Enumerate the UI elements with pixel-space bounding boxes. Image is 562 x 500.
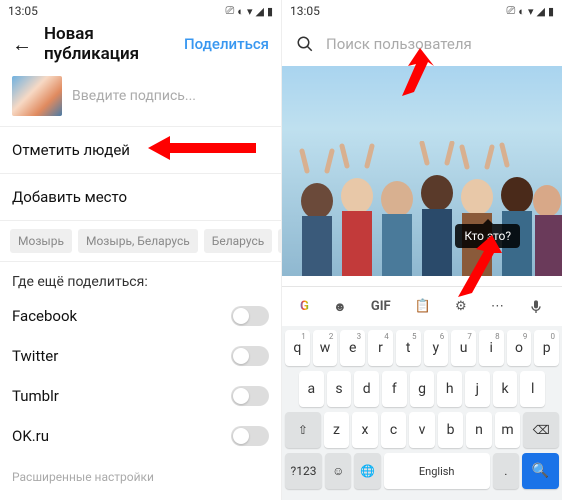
mic-icon[interactable] — [528, 299, 544, 315]
key-v[interactable]: v — [409, 412, 435, 448]
share-label: Twitter — [12, 347, 58, 365]
key-z[interactable]: z — [324, 412, 350, 448]
share-okru: OK.ru — [0, 416, 281, 456]
search-icon — [296, 35, 314, 53]
screen-new-post: 13:05 ⎚ ◐ ▾ ◢ ▮ ← Новая публикация Подел… — [0, 0, 281, 500]
key-l[interactable]: l — [520, 371, 545, 407]
vibrate-icon: ◐ — [518, 5, 525, 18]
caption-row: Введите подпись... — [0, 66, 281, 127]
key-u[interactable]: u7 — [451, 330, 476, 366]
keyboard: q1w2e3r4t5y6u7i8o9p0 asdfghjkl ⇧ zxcvbnm… — [282, 326, 562, 500]
shift-key[interactable]: ⇧ — [285, 412, 321, 448]
key-f[interactable]: f — [382, 371, 407, 407]
chip[interactable]: Беларусь — [204, 229, 272, 253]
gif-button[interactable]: GIF — [371, 299, 391, 314]
page-title: Новая публикация — [44, 24, 172, 64]
toggle-facebook[interactable] — [231, 306, 269, 326]
key-row-3: ⇧ zxcvbnm ⌫ — [285, 412, 559, 448]
signal-icon: ◢ — [255, 5, 263, 18]
language-key[interactable]: 🌐 — [354, 453, 380, 489]
key-j[interactable]: j — [465, 371, 490, 407]
photo-area[interactable]: Кто это? — [282, 66, 562, 276]
key-q[interactable]: q1 — [285, 330, 310, 366]
share-label: OK.ru — [12, 427, 49, 445]
wifi-icon: ▾ — [247, 5, 253, 18]
key-d[interactable]: d — [354, 371, 379, 407]
tag-people-row[interactable]: Отметить людей — [0, 127, 281, 174]
chip[interactable]: Мозырь, Беларусь — [78, 229, 198, 253]
clipboard-icon[interactable]: 📋 — [415, 299, 431, 314]
battery-icon: ▮ — [267, 5, 273, 18]
key-h[interactable]: h — [437, 371, 462, 407]
toggle-tumblr[interactable] — [231, 386, 269, 406]
key-m[interactable]: m — [495, 412, 521, 448]
settings-icon[interactable]: ⚙ — [455, 299, 467, 314]
tag-bubble[interactable]: Кто это? — [455, 224, 520, 248]
toggle-twitter[interactable] — [231, 346, 269, 366]
key-s[interactable]: s — [327, 371, 352, 407]
share-twitter: Twitter — [0, 336, 281, 376]
backspace-key[interactable]: ⌫ — [523, 412, 559, 448]
caption-input[interactable]: Введите подпись... — [72, 88, 269, 104]
key-b[interactable]: b — [438, 412, 464, 448]
key-row-1: q1w2e3r4t5y6u7i8o9p0 — [285, 330, 559, 366]
space-key[interactable]: English — [384, 453, 490, 489]
share-facebook: Facebook — [0, 296, 281, 336]
status-bar: 13:05 ⎚ ◐ ▾ ◢ ▮ — [0, 0, 281, 22]
key-row-2: asdfghjkl — [285, 371, 559, 407]
photo-thumbnail[interactable] — [12, 76, 62, 116]
status-icons: ⎚ ◐ ▾ ◢ ▮ — [506, 4, 554, 18]
sticker-icon[interactable]: ☻ — [333, 299, 347, 315]
back-icon[interactable]: ← — [12, 32, 32, 57]
keyboard-toolbar: G ☻ GIF 📋 ⚙ ⋯ — [282, 286, 562, 326]
share-section-label: Где ещё поделиться: — [0, 262, 281, 296]
share-label: Tumblr — [12, 387, 59, 405]
search-input[interactable]: Поиск пользователя — [326, 35, 472, 53]
status-time: 13:05 — [8, 4, 38, 18]
location-chips: Мозырь Мозырь, Беларусь Беларусь Украина — [0, 221, 281, 262]
key-g[interactable]: g — [410, 371, 435, 407]
symbols-key[interactable]: ?123 — [285, 453, 322, 489]
share-button[interactable]: Поделиться — [184, 35, 269, 53]
key-c[interactable]: c — [381, 412, 407, 448]
key-t[interactable]: t5 — [396, 330, 421, 366]
app-bar: ← Новая публикация Поделиться — [0, 22, 281, 66]
people-illustration — [282, 141, 562, 276]
status-icons: ⎚ ◐ ▾ ◢ ▮ — [225, 4, 273, 18]
emoji-key[interactable]: ☺ — [325, 453, 351, 489]
share-tumblr: Tumblr — [0, 376, 281, 416]
google-icon[interactable]: G — [300, 299, 309, 314]
search-key[interactable]: 🔍 — [522, 453, 559, 489]
key-o[interactable]: o9 — [507, 330, 532, 366]
key-r[interactable]: r4 — [368, 330, 393, 366]
key-n[interactable]: n — [466, 412, 492, 448]
key-e[interactable]: e3 — [340, 330, 365, 366]
chip[interactable]: Мозырь — [10, 229, 72, 253]
screen-tag-search: 13:05 ⎚ ◐ ▾ ◢ ▮ Поиск пользователя — [281, 0, 562, 500]
status-time: 13:05 — [290, 4, 320, 18]
key-p[interactable]: p0 — [534, 330, 559, 366]
key-a[interactable]: a — [299, 371, 324, 407]
status-bar: 13:05 ⎚ ◐ ▾ ◢ ▮ — [282, 0, 562, 22]
wifi-icon: ▾ — [528, 5, 534, 18]
key-y[interactable]: y6 — [424, 330, 449, 366]
add-location-row[interactable]: Добавить место — [0, 174, 281, 221]
key-x[interactable]: x — [352, 412, 378, 448]
more-icon[interactable]: ⋯ — [491, 299, 504, 314]
share-label: Facebook — [12, 307, 77, 325]
search-bar: Поиск пользователя — [282, 22, 562, 66]
vibrate-icon: ◐ — [237, 5, 244, 18]
key-w[interactable]: w2 — [313, 330, 338, 366]
key-i[interactable]: i8 — [479, 330, 504, 366]
key-row-4: ?123 ☺ 🌐 English . 🔍 — [285, 453, 559, 489]
battery-icon: ▮ — [548, 5, 554, 18]
toggle-okru[interactable] — [231, 426, 269, 446]
key-k[interactable]: k — [493, 371, 518, 407]
signal-icon: ◢ — [536, 5, 544, 18]
period-key[interactable]: . — [493, 453, 519, 489]
cast-icon: ⎚ — [225, 4, 234, 18]
cast-icon: ⎚ — [506, 4, 515, 18]
advanced-settings[interactable]: Расширенные настройки — [0, 456, 281, 498]
